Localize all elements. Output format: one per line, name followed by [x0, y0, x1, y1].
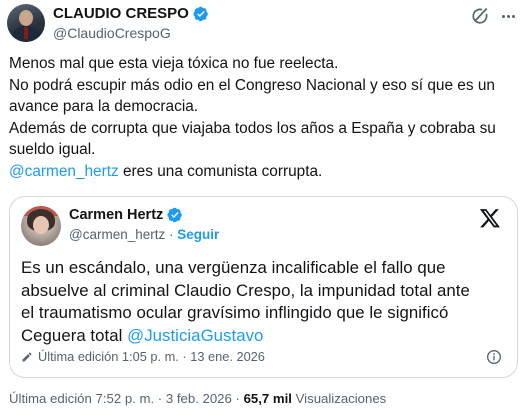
quoted-line: absuelve al criminal Claudio Crespo, la …	[21, 280, 470, 300]
info-icon[interactable]	[486, 349, 502, 365]
pencil-icon	[22, 352, 32, 361]
author-handle[interactable]: @ClaudioCrespoG	[53, 25, 171, 41]
more-options-icon[interactable]	[498, 6, 518, 26]
quoted-line: Es un escándalo, una vergüenza incalific…	[21, 258, 446, 277]
author-display-name[interactable]: CLAUDIO CRESPO	[53, 5, 189, 22]
quoted-edit-info[interactable]: Última edición 1:05 p. m. · 13 ene. 2026	[21, 349, 265, 364]
grok-icon[interactable]	[470, 6, 490, 26]
author-name-line[interactable]: CLAUDIO CRESPO	[53, 5, 209, 22]
quoted-line: el traumatismo ocular gravísimo inflingi…	[21, 303, 449, 323]
tweet-line: Además de corrupta que viajaba todos los…	[9, 119, 496, 137]
mention-link[interactable]: @carmen_hertz	[9, 163, 119, 180]
separator: ·	[165, 227, 178, 242]
quoted-line-last: Ceguera total @JusticiaGustavo	[21, 325, 513, 348]
quoted-line-prefix: Ceguera total	[21, 325, 128, 345]
follow-button[interactable]: Seguir	[177, 227, 219, 242]
quoted-tweet[interactable]: Carmen Hertz @carmen_hertz · Seguir Es u…	[9, 196, 518, 378]
quoted-mention-link[interactable]: @JusticiaGustavo	[127, 326, 263, 345]
tweet-header: CLAUDIO CRESPO @ClaudioCrespoG	[7, 4, 518, 44]
edit-info[interactable]: Última edición 7:52 p. m. · 3 feb. 2026 …	[9, 391, 244, 406]
quoted-author-name-line[interactable]: Carmen Hertz	[69, 207, 183, 223]
tweet-line: sueldo igual.	[9, 141, 96, 158]
quoted-author-avatar[interactable]	[21, 206, 61, 246]
quoted-author-handle[interactable]: @carmen_hertz	[69, 227, 165, 242]
quoted-author-display-name[interactable]: Carmen Hertz	[69, 207, 163, 223]
tweet-text: Menos mal que esta vieja tóxica no fue r…	[9, 53, 519, 182]
tweet-line: No podrá escupir más odio en el Congreso…	[9, 76, 495, 94]
quoted-tweet-text: Es un escándalo, una vergüenza incalific…	[21, 257, 513, 347]
verified-badge-icon	[167, 207, 183, 223]
quoted-author-handle-line: @carmen_hertz · Seguir	[69, 227, 219, 242]
tweet-line: Menos mal que esta vieja tóxica no fue r…	[9, 55, 339, 72]
quoted-edit-label: Última edición 1:05 p. m. · 13 ene. 2026	[38, 349, 265, 364]
tweet-line: avance para la democracia.	[9, 98, 199, 115]
tweet-line-mention: @carmen_hertz eres una comunista corrupt…	[9, 161, 519, 183]
author-avatar[interactable]	[7, 4, 45, 42]
x-logo-icon[interactable]	[479, 207, 501, 229]
mention-suffix: eres una comunista corrupta.	[118, 162, 323, 180]
verified-badge-icon	[193, 6, 208, 21]
views-label: Visualizaciones	[291, 391, 387, 406]
views-count: 65,7 mil	[243, 391, 292, 406]
tweet-meta: Última edición 7:52 p. m. · 3 feb. 2026 …	[9, 391, 386, 406]
